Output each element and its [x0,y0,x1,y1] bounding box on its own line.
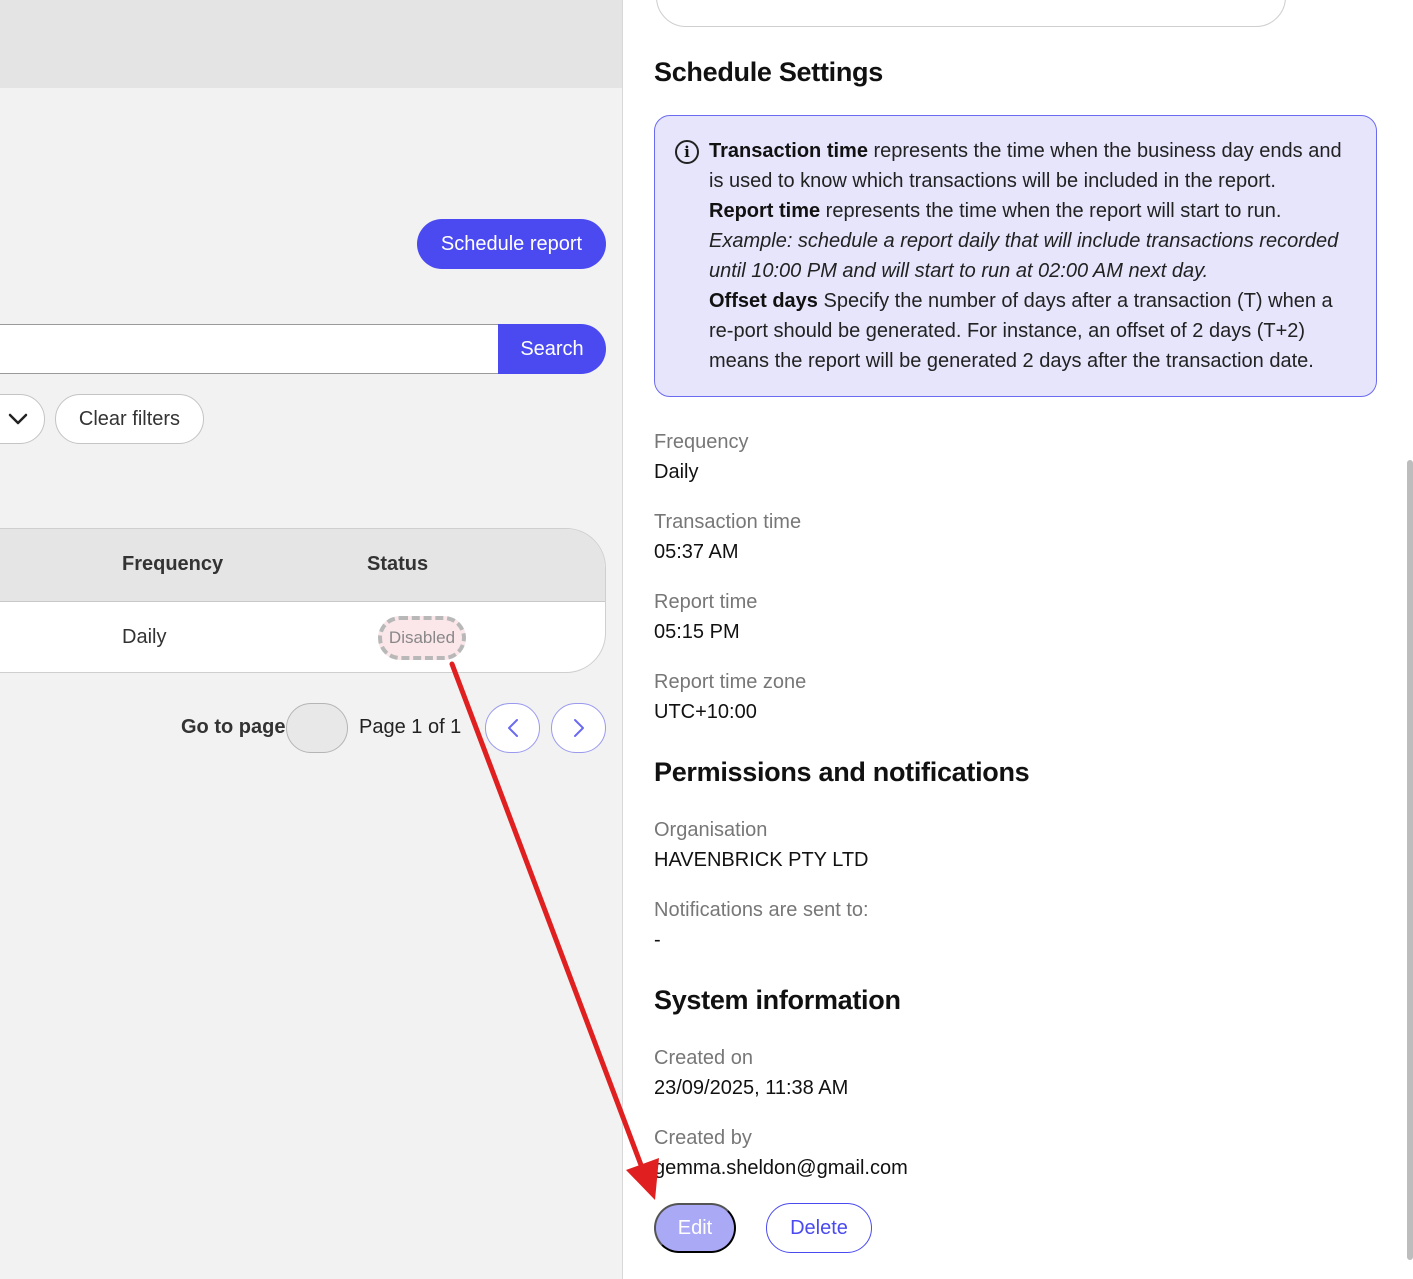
info-box: i Transaction time represents the time w… [654,115,1377,397]
report-details-panel: Schedule Settings i Transaction time rep… [622,0,1413,1279]
frequency-label: Frequency [654,431,749,453]
organisation-label: Organisation [654,819,768,841]
created-by-label: Created by [654,1127,752,1149]
filter-dropdown[interactable] [0,394,45,444]
top-card [656,0,1286,27]
created-on-value: 23/09/2025, 11:38 AM [654,1077,849,1099]
offset-days-term: Offset days [709,290,818,312]
schedule-settings-title: Schedule Settings [654,57,883,87]
search-input[interactable] [0,324,500,374]
chevron-left-icon [507,719,518,737]
table-header: Frequency Status [0,529,605,602]
info-icon: i [675,140,699,164]
permissions-title: Permissions and notifications [654,757,1030,787]
transaction-time-value: 05:37 AM [654,541,739,563]
example-text: Example: schedule a report daily that wi… [709,230,1339,282]
reports-list-panel: Schedule report Search Clear filters Fre… [0,0,622,1279]
frequency-cell: Daily [122,626,167,648]
created-on-label: Created on [654,1047,753,1069]
report-time-label: Report time [654,591,758,613]
edit-button[interactable]: Edit [654,1203,736,1253]
report-time-value: 05:15 PM [654,621,740,643]
report-timezone-label: Report time zone [654,671,807,693]
notifications-value: - [654,929,661,951]
pagination: Go to page Page 1 of 1 [0,703,622,753]
column-header-status[interactable]: Status [367,553,428,576]
schedule-report-button[interactable]: Schedule report [417,219,606,269]
transaction-time-term: Transaction time [709,140,868,162]
scrollbar[interactable] [1407,460,1413,1260]
clear-filters-button[interactable]: Clear filters [55,394,204,444]
report-time-desc: represents the time when the report will… [820,200,1282,222]
search-button[interactable]: Search [498,324,606,374]
column-header-frequency[interactable]: Frequency [122,553,223,576]
offset-days-desc-2: port should be generated. For instance, … [709,320,1314,372]
report-time-term: Report time [709,200,821,222]
created-by-value: gemma.sheldon@gmail.com [654,1157,908,1179]
status-badge: Disabled [378,616,466,660]
chevron-right-icon [573,719,584,737]
page-number-input[interactable] [286,703,348,753]
page-info: Page 1 of 1 [359,716,462,738]
report-timezone-value: UTC+10:00 [654,701,757,723]
notifications-label: Notifications are sent to: [654,899,869,921]
transaction-time-label: Transaction time [654,511,802,533]
next-page-button[interactable] [551,703,606,753]
top-bar [0,0,622,88]
frequency-value: Daily [654,461,699,483]
organisation-value: HAVENBRICK PTY LTD [654,849,869,871]
delete-button[interactable]: Delete [766,1203,872,1253]
chevron-down-icon [8,413,28,425]
reports-table: Frequency Status Daily Disabled [0,528,606,673]
system-info-title: System information [654,985,901,1015]
go-to-page-label: Go to page [181,716,286,738]
info-text: Transaction time represents the time whe… [709,136,1359,376]
previous-page-button[interactable] [485,703,540,753]
